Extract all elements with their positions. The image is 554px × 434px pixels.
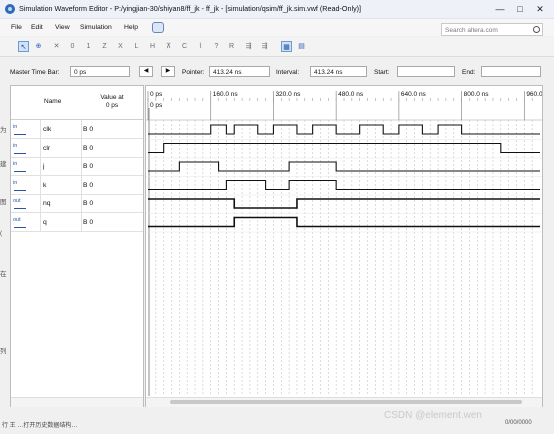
- output-pin-icon: out: [13, 198, 29, 209]
- time-marker-label: 0 ps: [150, 102, 163, 109]
- background-text-fragment: 列: [0, 348, 7, 355]
- menu-view[interactable]: View: [55, 24, 70, 31]
- signal-value: B 0: [83, 200, 94, 207]
- input-pin-icon: in: [13, 143, 29, 154]
- pin-arrow: [14, 130, 26, 135]
- forcing-low-icon[interactable]: 0: [67, 41, 78, 52]
- pin-arrow: [14, 204, 26, 209]
- signal-value: B 0: [83, 181, 94, 189]
- background-status-text: 行 王 …打开历史数据结构…: [2, 423, 78, 429]
- master-time-bar-field[interactable]: 0 ps: [70, 66, 130, 77]
- maximize-button[interactable]: □: [512, 3, 528, 15]
- pin-arrow: [14, 223, 26, 228]
- pin-arrow: [14, 186, 26, 191]
- signal-name[interactable]: j: [43, 163, 45, 170]
- pointer-label: Pointer:: [182, 69, 205, 76]
- help-chat-icon[interactable]: [152, 22, 164, 33]
- select-tool-icon[interactable]: ↖: [18, 41, 29, 52]
- background-text-fragment: 在: [0, 271, 7, 278]
- start-label: Start:: [374, 69, 390, 76]
- csdn-watermark: CSDN @element.wen: [384, 410, 482, 421]
- value-column-header: Value at: [100, 94, 124, 101]
- search-input[interactable]: Search altera.com: [441, 23, 543, 36]
- previous-transition-button[interactable]: ◀: [139, 66, 153, 77]
- scrollbar-thumb[interactable]: [170, 400, 522, 404]
- background-status-date: 0/00/0000: [505, 420, 532, 426]
- signal-name[interactable]: nq: [43, 200, 51, 207]
- input-pin-icon: in: [13, 124, 29, 135]
- weak-unknown-icon[interactable]: X: [115, 41, 126, 52]
- timeline-tick-label: 640.0 ns: [401, 91, 427, 98]
- run-functional-icon[interactable]: ⇶: [243, 41, 254, 52]
- signal-name[interactable]: q: [43, 219, 47, 226]
- pointer-field: 413.24 ns: [209, 66, 270, 77]
- invert-icon[interactable]: ⊼: [163, 41, 174, 52]
- interval-label: Interval:: [276, 69, 300, 76]
- master-time-bar-label: Master Time Bar:: [10, 69, 60, 76]
- quartus-app-icon: [5, 4, 15, 14]
- interval-field: 413.24 ns: [310, 66, 367, 77]
- signal-name[interactable]: clr: [43, 145, 50, 152]
- random-value-icon[interactable]: R: [226, 41, 237, 52]
- input-pin-icon: in: [13, 161, 29, 172]
- waveform-panel: 0 ps 160.0 ns 320.0 ns 480.0 ns 640.0 ns 800.…: [145, 85, 543, 407]
- end-label: End:: [462, 69, 476, 76]
- name-column-header: Name: [44, 98, 62, 105]
- signal-list-scrollbar[interactable]: [11, 397, 143, 407]
- waveform-canvas[interactable]: 0 ps 160.0 ns 320.0 ns 480.0 ns 640.0 ns 800.…: [146, 86, 542, 406]
- menu-simulation[interactable]: Simulation: [80, 24, 112, 31]
- timeline-tick-label: 160.0 ns: [213, 91, 239, 98]
- grid-toggle-icon[interactable]: ▤: [296, 41, 307, 52]
- pin-arrow: [14, 149, 26, 154]
- waveform-editor-window: Simulation Waveform Editor - P:/yingjian…: [0, 0, 554, 434]
- menu-file[interactable]: File: [11, 24, 22, 31]
- clock-icon[interactable]: ⌇: [195, 41, 206, 52]
- timeline-tick-label: 800.0 ns: [464, 91, 490, 98]
- search-icon[interactable]: [533, 26, 540, 33]
- value-column-header-time: 0 ps: [105, 102, 119, 109]
- signal-row-nq[interactable]: out nq B 0: [11, 194, 143, 213]
- high-impedance-icon[interactable]: Z: [99, 41, 110, 52]
- signal-row-q[interactable]: out q B 0: [11, 213, 143, 232]
- minimize-button[interactable]: —: [492, 3, 508, 15]
- signal-value: B 0: [83, 163, 94, 170]
- signal-row-j[interactable]: in j B 0: [11, 157, 143, 176]
- signal-row-clk[interactable]: in clk B 0: [11, 120, 143, 139]
- count-value-icon[interactable]: C: [179, 41, 190, 52]
- timeline-tick-label: 480.0 ns: [338, 91, 364, 98]
- next-transition-button[interactable]: ▶: [161, 66, 175, 77]
- background-text-fragment: (: [0, 230, 3, 237]
- signal-value: B 0: [83, 144, 94, 152]
- background-text-fragment: 图: [0, 199, 7, 206]
- timeline-tick-label: 0 ps: [150, 91, 163, 98]
- forcing-high-icon[interactable]: 1: [83, 41, 94, 52]
- pin-arrow: [14, 167, 26, 172]
- output-pin-icon: out: [13, 217, 29, 228]
- background-text-fragment: 为: [0, 127, 7, 134]
- run-timing-icon[interactable]: ⇶: [259, 41, 270, 52]
- background-text-fragment: 建: [0, 161, 7, 168]
- signal-value: B 0: [83, 218, 94, 226]
- input-pin-icon: in: [13, 180, 29, 191]
- signal-name[interactable]: k: [43, 182, 46, 189]
- forcing-unknown-icon[interactable]: ✕: [51, 41, 62, 52]
- zoom-tool-icon[interactable]: ⊕: [33, 41, 44, 52]
- signal-row-clr[interactable]: in clr B 0: [11, 139, 143, 158]
- snap-to-grid-icon[interactable]: ▦: [281, 41, 292, 52]
- signal-row-k[interactable]: in k B 0: [11, 176, 143, 195]
- timeline-tick-label: 320.0 ns: [275, 91, 301, 98]
- signal-value: B 0: [83, 126, 94, 133]
- menu-edit[interactable]: Edit: [31, 24, 43, 31]
- weak-high-icon[interactable]: H: [147, 41, 158, 52]
- end-field[interactable]: [481, 66, 541, 77]
- window-title: Simulation Waveform Editor - P:/yingjian…: [19, 4, 362, 13]
- menu-help[interactable]: Help: [124, 24, 138, 31]
- start-field[interactable]: [397, 66, 455, 77]
- arbitrary-value-icon[interactable]: ?: [211, 41, 222, 52]
- signal-name[interactable]: clk: [43, 126, 51, 133]
- weak-low-icon[interactable]: L: [131, 41, 142, 52]
- close-button[interactable]: ✕: [532, 3, 548, 15]
- timeline-tick-label: 960.0 ns: [526, 91, 542, 98]
